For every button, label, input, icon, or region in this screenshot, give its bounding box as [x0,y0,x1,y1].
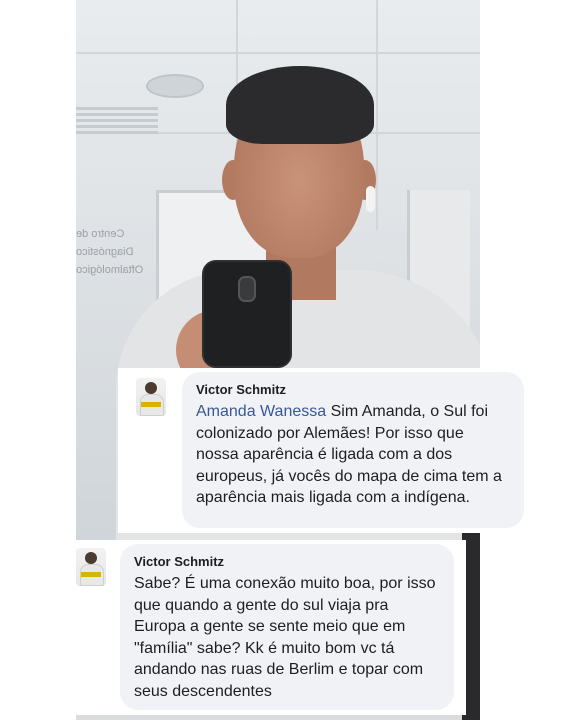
avatar-accent [141,402,161,407]
comment-text: Amanda Wanessa Sim Amanda, o Sul foi col… [196,401,510,509]
comment-author[interactable]: Victor Schmitz [196,382,510,397]
ceiling-line [376,0,378,230]
wall-sign-text: Centro de Diagnóstico Oftalmológico [76,228,144,276]
ceiling-line [76,52,480,54]
avatar[interactable] [136,378,166,416]
avatar[interactable] [76,548,106,586]
smartphone [202,260,292,368]
avatar-accent [81,572,101,577]
earbud [366,186,375,212]
phone-camera-icon [238,276,256,302]
person-cap [226,66,374,144]
comment-author[interactable]: Victor Schmitz [134,554,440,569]
ceiling-vent [76,104,158,134]
comment-text: Sabe? É uma conexão muito boa, por isso … [134,575,436,700]
avatar-head [145,382,157,394]
comment-bubble: Victor Schmitz Amanda Wanessa Sim Amanda… [182,372,524,528]
comment-bubble: Victor Schmitz Sabe? É uma conexão muito… [120,544,454,710]
ceiling-light [146,74,204,98]
mention-link[interactable]: Amanda Wanessa [196,403,326,420]
avatar-head [85,552,97,564]
